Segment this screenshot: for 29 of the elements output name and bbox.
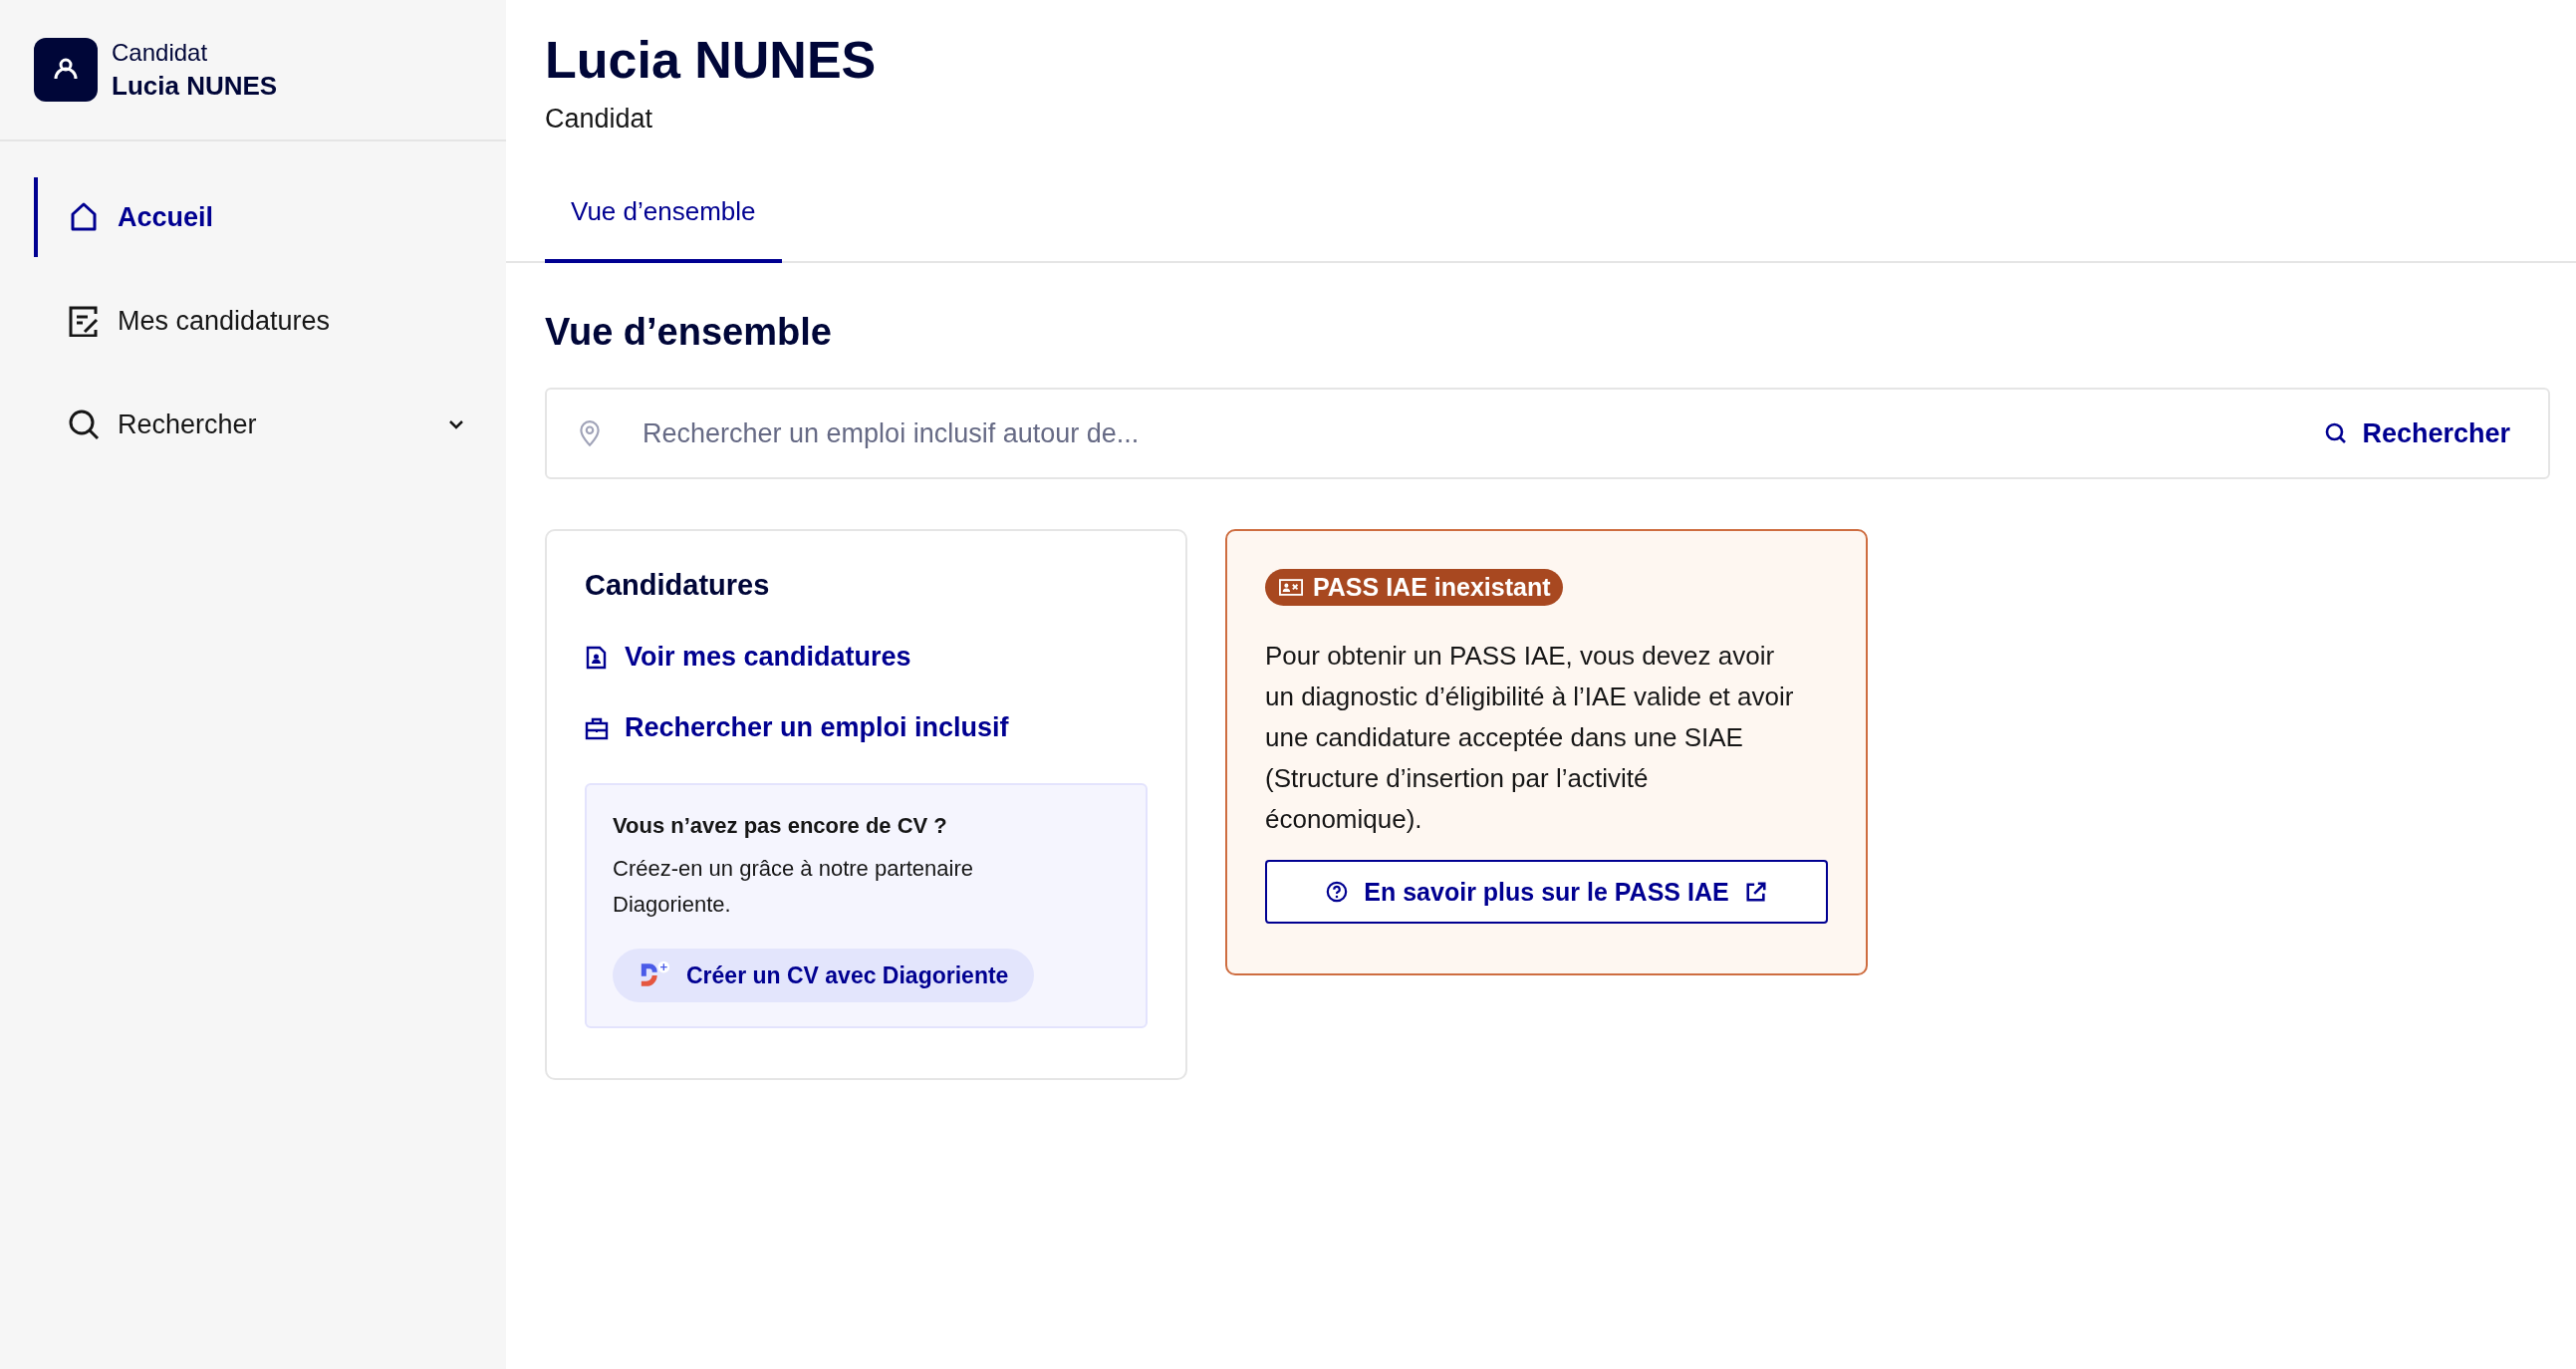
search-icon	[68, 409, 100, 440]
cv-promo-title: Vous n’avez pas encore de CV ?	[613, 813, 948, 839]
card-link[interactable]: Voir mes candidatures	[585, 642, 1148, 673]
nav-item[interactable]: Rechercher	[34, 385, 472, 464]
card-link[interactable]: Rechercher un emploi inclusif	[585, 712, 1148, 743]
section-title: Vue d’ensemble	[545, 311, 833, 354]
search-button[interactable]: Rechercher	[2318, 416, 2516, 450]
briefcase-icon	[585, 715, 609, 740]
learn-more-button[interactable]: En savoir plus sur le PASS IAE	[1265, 860, 1828, 924]
status-badge: PASS IAE inexistant	[1265, 569, 1563, 606]
user-role: Candidat	[112, 38, 209, 67]
id-card-icon	[1279, 579, 1303, 596]
page-subtitle: Candidat	[545, 104, 654, 135]
user-avatar-icon	[34, 38, 98, 102]
pass-info-text: Pour obtenir un PASS IAE, vous devez avoir un diagnostic d’éligibilité à l’IAE valide et avoir une candidature acceptée dans une SIAE (Structure d’insertion par l’activité économique).	[1265, 640, 1795, 836]
external-link-icon	[1744, 881, 1767, 903]
tab[interactable]: Vue d’ensemble	[545, 166, 782, 263]
location-pin-icon	[579, 419, 601, 447]
user-name: Lucia NUNES	[112, 70, 278, 102]
search-field[interactable]: Rechercher un emploi inclusif autour de... Rechercher	[545, 388, 2550, 479]
create-cv-button[interactable]: Créer un CV avec Diagoriente	[613, 949, 1035, 1002]
question-icon	[1326, 881, 1349, 903]
nav-item[interactable]: Accueil	[34, 177, 472, 257]
page-title: Lucia NUNES	[545, 30, 878, 90]
edit-document-icon	[68, 305, 100, 337]
card-title: Candidatures	[585, 569, 771, 602]
user-file-icon	[585, 645, 609, 670]
cv-promo-text: Créez-en un grâce à notre partenaire Diagoriente.	[613, 855, 974, 919]
nav-item[interactable]: Mes candidatures	[34, 281, 472, 361]
